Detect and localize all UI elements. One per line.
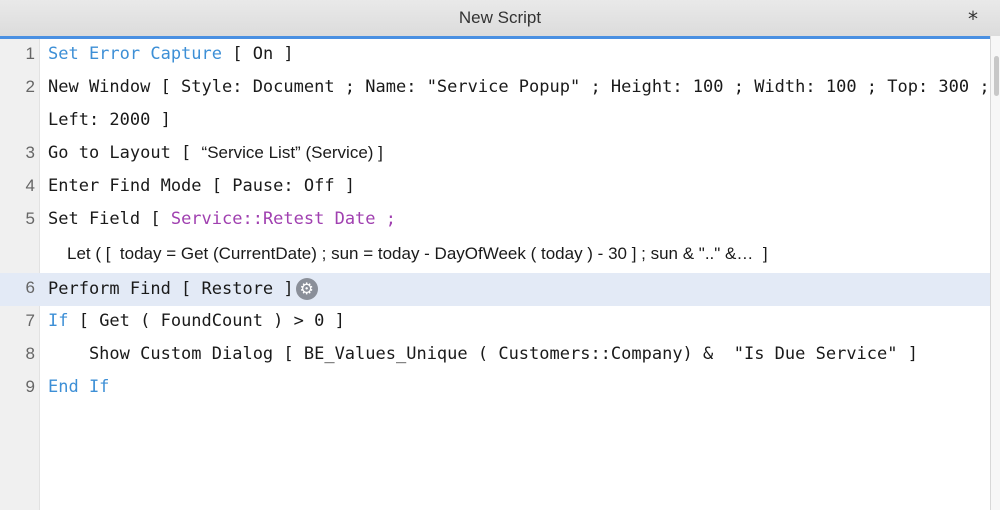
vertical-scrollbar[interactable]	[990, 36, 1000, 510]
line-number: 6	[25, 278, 35, 297]
script-step: Go to Layout [ “Service List” (Service) …	[48, 143, 383, 163]
line-number: 1	[25, 44, 35, 63]
script-line-6[interactable]: 6 Perform Find [ Restore ] ⚙	[0, 273, 990, 306]
script-line-2[interactable]: 2 New Window [ Style: Document ; Name: "…	[0, 72, 990, 105]
script-step: If [ Get ( FoundCount ) > 0 ]	[48, 311, 345, 331]
step-name: Go to Layout [	[48, 143, 202, 163]
line-number: 3	[25, 143, 35, 162]
step-params: [ Get ( FoundCount ) > 0 ]	[68, 311, 345, 331]
step-keyword: If	[48, 311, 69, 331]
script-line-7[interactable]: 7 If [ Get ( FoundCount ) > 0 ]	[0, 306, 990, 339]
script-step: Set Field [ Service::Retest Date ;	[48, 209, 396, 229]
line-number: 2	[25, 77, 35, 96]
script-step: Enter Find Mode [ Pause: Off ]	[48, 176, 356, 196]
script-step: Set Error Capture [ On ]	[48, 44, 294, 64]
step-params: [ On ]	[222, 44, 294, 64]
script-line-9[interactable]: 9 End If	[0, 372, 990, 405]
scrollbar-thumb[interactable]	[994, 56, 999, 96]
calculation-preview: Let ( [ today = Get (CurrentDate) ; sun …	[67, 244, 768, 263]
line-number: 4	[25, 176, 35, 195]
script-line-2-continued[interactable]: Left: 2000 ]	[0, 105, 990, 138]
step-text: Perform Find [ Restore ]	[48, 279, 294, 299]
modified-indicator: *	[968, 7, 978, 31]
script-step: Show Custom Dialog [ BE_Values_Unique ( …	[48, 344, 918, 364]
line-number: 5	[25, 209, 35, 228]
step-keyword: End If	[48, 377, 110, 397]
line-number: 7	[25, 311, 35, 330]
script-step: Perform Find [ Restore ] ⚙	[48, 278, 318, 300]
step-name: Set Field [	[48, 209, 171, 229]
script-title: New Script	[458, 8, 542, 27]
script-step-continuation: Left: 2000 ]	[48, 110, 171, 130]
script-line-8[interactable]: 8 Show Custom Dialog [ BE_Values_Unique …	[0, 339, 990, 372]
line-number: 9	[25, 377, 35, 396]
script-editor[interactable]: 1 Set Error Capture [ On ] 2 New Window …	[0, 39, 990, 510]
layout-reference: “Service List” (Service) ]	[201, 143, 383, 162]
script-line-3[interactable]: 3 Go to Layout [ “Service List” (Service…	[0, 138, 990, 171]
gear-icon[interactable]: ⚙	[295, 278, 318, 300]
script-line-5-continued[interactable]: Let ( [ today = Get (CurrentDate) ; sun …	[0, 239, 990, 272]
script-tab[interactable]: New Script *	[0, 0, 1000, 37]
script-line-4[interactable]: 4 Enter Find Mode [ Pause: Off ]	[0, 171, 990, 204]
step-keyword: Set Error Capture	[48, 44, 222, 64]
script-line-1[interactable]: 1 Set Error Capture [ On ]	[0, 39, 990, 72]
script-step: New Window [ Style: Document ; Name: "Se…	[48, 77, 990, 97]
field-reference: Service::Retest Date ;	[170, 209, 396, 229]
script-line-5[interactable]: 5 Set Field [ Service::Retest Date ;	[0, 204, 990, 237]
line-number: 8	[25, 344, 35, 363]
